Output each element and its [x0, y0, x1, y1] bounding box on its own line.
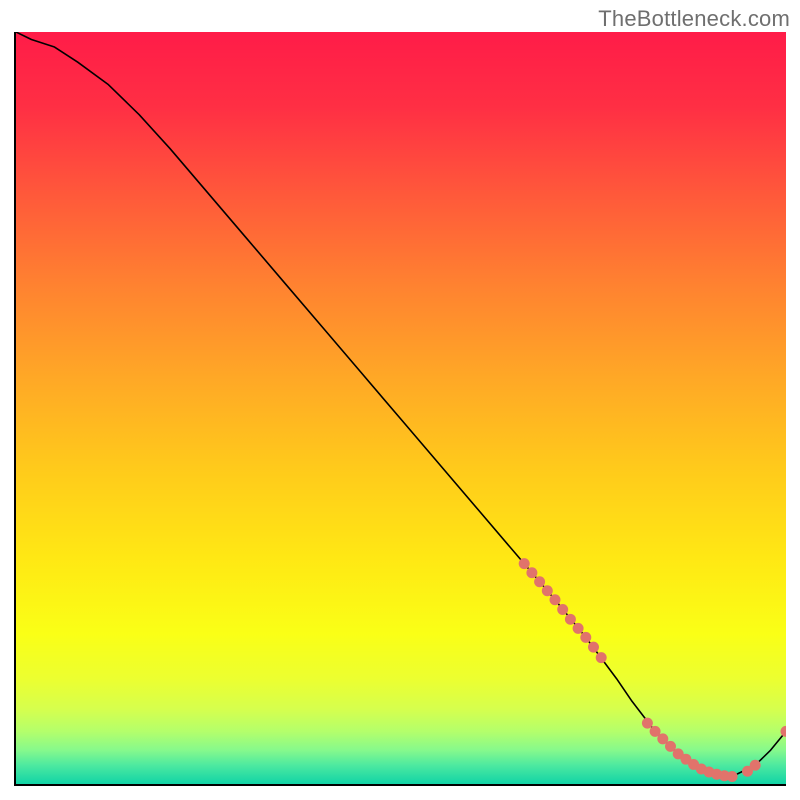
data-marker	[596, 652, 607, 663]
data-marker	[565, 614, 576, 625]
gradient-background	[16, 32, 786, 784]
data-marker	[580, 632, 591, 643]
plot-frame	[14, 32, 786, 786]
data-marker	[550, 594, 561, 605]
data-marker	[542, 585, 553, 596]
data-marker	[750, 760, 761, 771]
data-marker	[573, 623, 584, 634]
data-marker	[588, 642, 599, 653]
data-marker	[557, 604, 568, 615]
chart-stage: TheBottleneck.com	[0, 0, 800, 800]
plot-svg	[16, 32, 786, 784]
data-marker	[519, 558, 530, 569]
data-marker	[526, 567, 537, 578]
watermark-text: TheBottleneck.com	[598, 6, 790, 32]
data-marker	[727, 771, 738, 782]
data-marker	[534, 576, 545, 587]
data-marker	[642, 718, 653, 729]
